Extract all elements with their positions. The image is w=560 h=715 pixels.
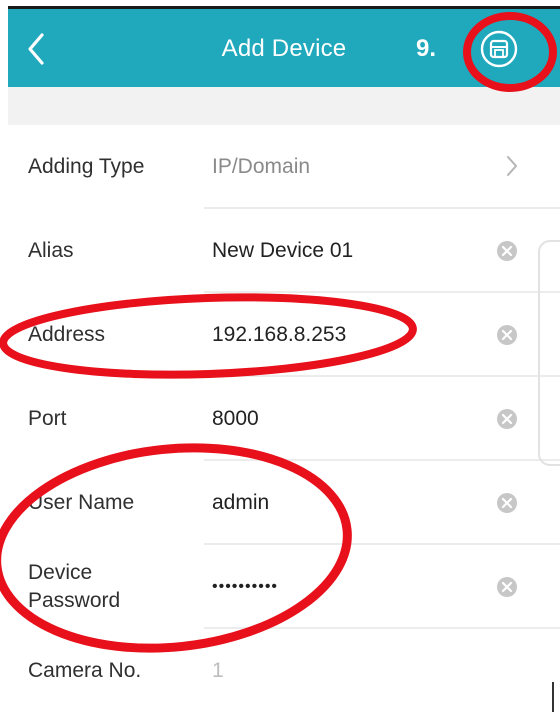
alias-field[interactable]: New Device 01 xyxy=(212,209,353,293)
port-clear-button[interactable] xyxy=(495,407,519,431)
device-password-row: Device Password •••••••••• xyxy=(8,545,560,629)
alias-clear-button[interactable] xyxy=(495,239,519,263)
clear-icon xyxy=(497,325,517,345)
address-clear-button[interactable] xyxy=(495,323,519,347)
camera-no-value: 1 xyxy=(212,659,224,682)
camera-no-row: Camera No. 1 xyxy=(8,629,560,713)
clear-icon xyxy=(497,409,517,429)
clear-icon xyxy=(497,493,517,513)
adding-type-label: Adding Type xyxy=(28,155,145,178)
text-cursor xyxy=(552,682,554,712)
scroll-indicator[interactable] xyxy=(538,240,560,466)
address-row: Address 192.168.8.253 xyxy=(8,293,560,377)
adding-type-row[interactable]: Adding Type IP/Domain xyxy=(8,125,560,209)
port-field[interactable]: 8000 xyxy=(212,377,259,461)
save-button[interactable] xyxy=(478,28,520,70)
chevron-right-icon xyxy=(507,156,517,176)
camera-no-label: Camera No. xyxy=(28,659,142,682)
section-spacer xyxy=(8,87,560,125)
port-label: Port xyxy=(28,407,67,430)
step-number: 9. xyxy=(416,35,437,62)
address-label: Address xyxy=(28,323,106,346)
clear-icon xyxy=(497,577,517,597)
address-field[interactable]: 192.168.8.253 xyxy=(212,293,346,377)
user-name-clear-button[interactable] xyxy=(495,491,519,515)
user-name-row: User Name admin xyxy=(8,461,560,545)
app-header: Add Device 9. xyxy=(8,9,560,87)
user-name-label: User Name xyxy=(28,491,135,514)
device-password-clear-button[interactable] xyxy=(495,575,519,599)
device-password-label: Device Password xyxy=(28,561,121,612)
alias-label: Alias xyxy=(28,239,74,262)
add-device-form: Adding Type IP/Domain Alias New Device 0… xyxy=(8,125,560,713)
user-name-field[interactable]: admin xyxy=(212,461,269,545)
clear-icon xyxy=(497,241,517,261)
adding-type-value: IP/Domain xyxy=(212,155,311,178)
port-row: Port 8000 xyxy=(8,377,560,461)
alias-row: Alias New Device 01 xyxy=(8,209,560,293)
save-disk-icon xyxy=(480,30,518,68)
device-password-field[interactable]: •••••••••• xyxy=(212,545,278,629)
